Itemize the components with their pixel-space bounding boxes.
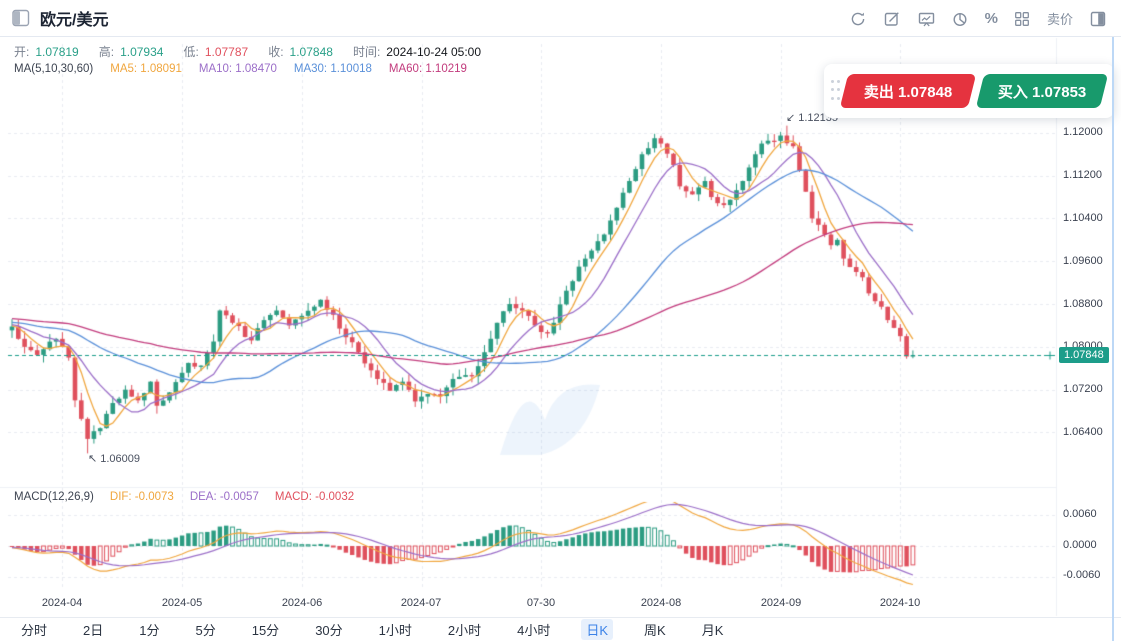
date-tick: 2024-08 [641, 597, 681, 609]
price-tick: 1.06400 [1063, 426, 1103, 438]
ma5-value: MA5: 1.08091 [110, 63, 182, 75]
macd-value: MACD: -0.0032 [275, 491, 354, 503]
panel-split-icon[interactable] [1088, 9, 1107, 28]
ma30-value: MA30: 1.10018 [294, 63, 372, 75]
open-value: 1.07819 [35, 45, 78, 59]
drag-handle[interactable] [831, 80, 841, 102]
refresh-icon[interactable] [849, 9, 868, 28]
arrow-down-left-icon: ↙ [786, 111, 795, 124]
low-value: 1.07787 [205, 45, 248, 59]
ma10-value: MA10: 1.08470 [199, 63, 277, 75]
date-tick: 2024-07 [401, 597, 441, 609]
tf-1w[interactable]: 周K [639, 619, 671, 640]
high-label: 高: [99, 43, 114, 60]
sell-button[interactable]: 卖出 1.07848 [840, 74, 976, 108]
date-tick: 2024-06 [282, 597, 322, 609]
header-toolbar: % 卖价 [849, 0, 1107, 37]
date-tick: 07-30 [527, 597, 555, 609]
tf-1d[interactable]: 日K [581, 619, 613, 640]
macd-tick: -0.0060 [1063, 569, 1100, 581]
macd-tick: 0.0060 [1063, 508, 1097, 520]
price-tick: 1.09600 [1063, 255, 1103, 267]
ma-title: MA(5,10,30,60) [14, 63, 93, 75]
time-label: 时间: [353, 43, 380, 60]
tf-5m[interactable]: 5分 [190, 619, 220, 640]
ma-legend: MA(5,10,30,60) MA5: 1.08091 MA10: 1.0847… [14, 63, 467, 75]
buy-button[interactable]: 买入 1.07853 [976, 74, 1108, 108]
price-tick: 1.08800 [1063, 298, 1103, 310]
date-tick: 2024-09 [761, 597, 801, 609]
tf-4h[interactable]: 4小时 [512, 619, 555, 640]
low-annotation: ↖ 1.06009 [88, 452, 140, 465]
tf-30m[interactable]: 30分 [310, 619, 347, 640]
price-tick: 1.12000 [1063, 126, 1103, 138]
macd-legend: MACD(12,26,9) DIF: -0.0073 DEA: -0.0057 … [14, 491, 354, 503]
dif-value: DIF: -0.0073 [110, 491, 174, 503]
low-label: 低: [183, 43, 198, 60]
page-title: 欧元/美元 [40, 6, 108, 30]
tf-2d[interactable]: 2日 [78, 619, 108, 640]
tf-2h[interactable]: 2小时 [443, 619, 486, 640]
dea-value: DEA: -0.0057 [190, 491, 259, 503]
high-value: 1.07934 [120, 45, 163, 59]
tf-1h[interactable]: 1小时 [374, 619, 417, 640]
date-tick: 2024-05 [162, 597, 202, 609]
pie-chart-icon[interactable] [951, 9, 970, 28]
current-price-badge: 1.07848 [1059, 347, 1109, 363]
arrow-up-left-icon: ↖ [88, 452, 97, 465]
date-tick: 2024-04 [42, 597, 82, 609]
draw-tools-icon[interactable] [883, 9, 902, 28]
close-label: 收: [268, 43, 283, 60]
percent-icon[interactable]: % [985, 10, 998, 27]
macd-title: MACD(12,26,9) [14, 491, 94, 503]
trade-panel: 卖出 1.07848 买入 1.07853 [824, 64, 1114, 118]
price-tick: 1.10400 [1063, 212, 1103, 224]
timeframe-bar: 分时 2日 1分 5分 15分 30分 1小时 2小时 4小时 日K 周K 月K [0, 617, 1121, 641]
price-tick: 1.11200 [1063, 169, 1102, 181]
tf-1m[interactable]: 1分 [134, 619, 164, 640]
layout-grid-icon[interactable] [1013, 9, 1032, 28]
tf-fenshi[interactable]: 分时 [16, 619, 52, 640]
ma60-value: MA60: 1.10219 [389, 63, 467, 75]
ohlc-legend: 开: 1.07819 高: 1.07934 低: 1.07787 收: 1.07… [14, 43, 481, 60]
right-scroll-border [1112, 37, 1114, 641]
chart-board-icon[interactable] [917, 9, 936, 28]
low-annotation-value: 1.06009 [100, 453, 140, 465]
sell-price-toggle[interactable]: 卖价 [1047, 9, 1073, 28]
tf-1mo[interactable]: 月K [697, 619, 729, 640]
date-tick: 2024-10 [880, 597, 920, 609]
header: 欧元/美元 % 卖价 [0, 0, 1121, 37]
macd-tick: 0.0000 [1063, 539, 1097, 551]
close-value: 1.07848 [290, 45, 333, 59]
time-value: 2024-10-24 05:00 [386, 45, 481, 59]
tf-15m[interactable]: 15分 [247, 619, 284, 640]
open-label: 开: [14, 43, 29, 60]
trading-app: 欧元/美元 % 卖价 开: 1.07819 [0, 0, 1121, 641]
instrument-panel-icon[interactable] [12, 9, 30, 27]
price-tick: 1.07200 [1063, 383, 1103, 395]
